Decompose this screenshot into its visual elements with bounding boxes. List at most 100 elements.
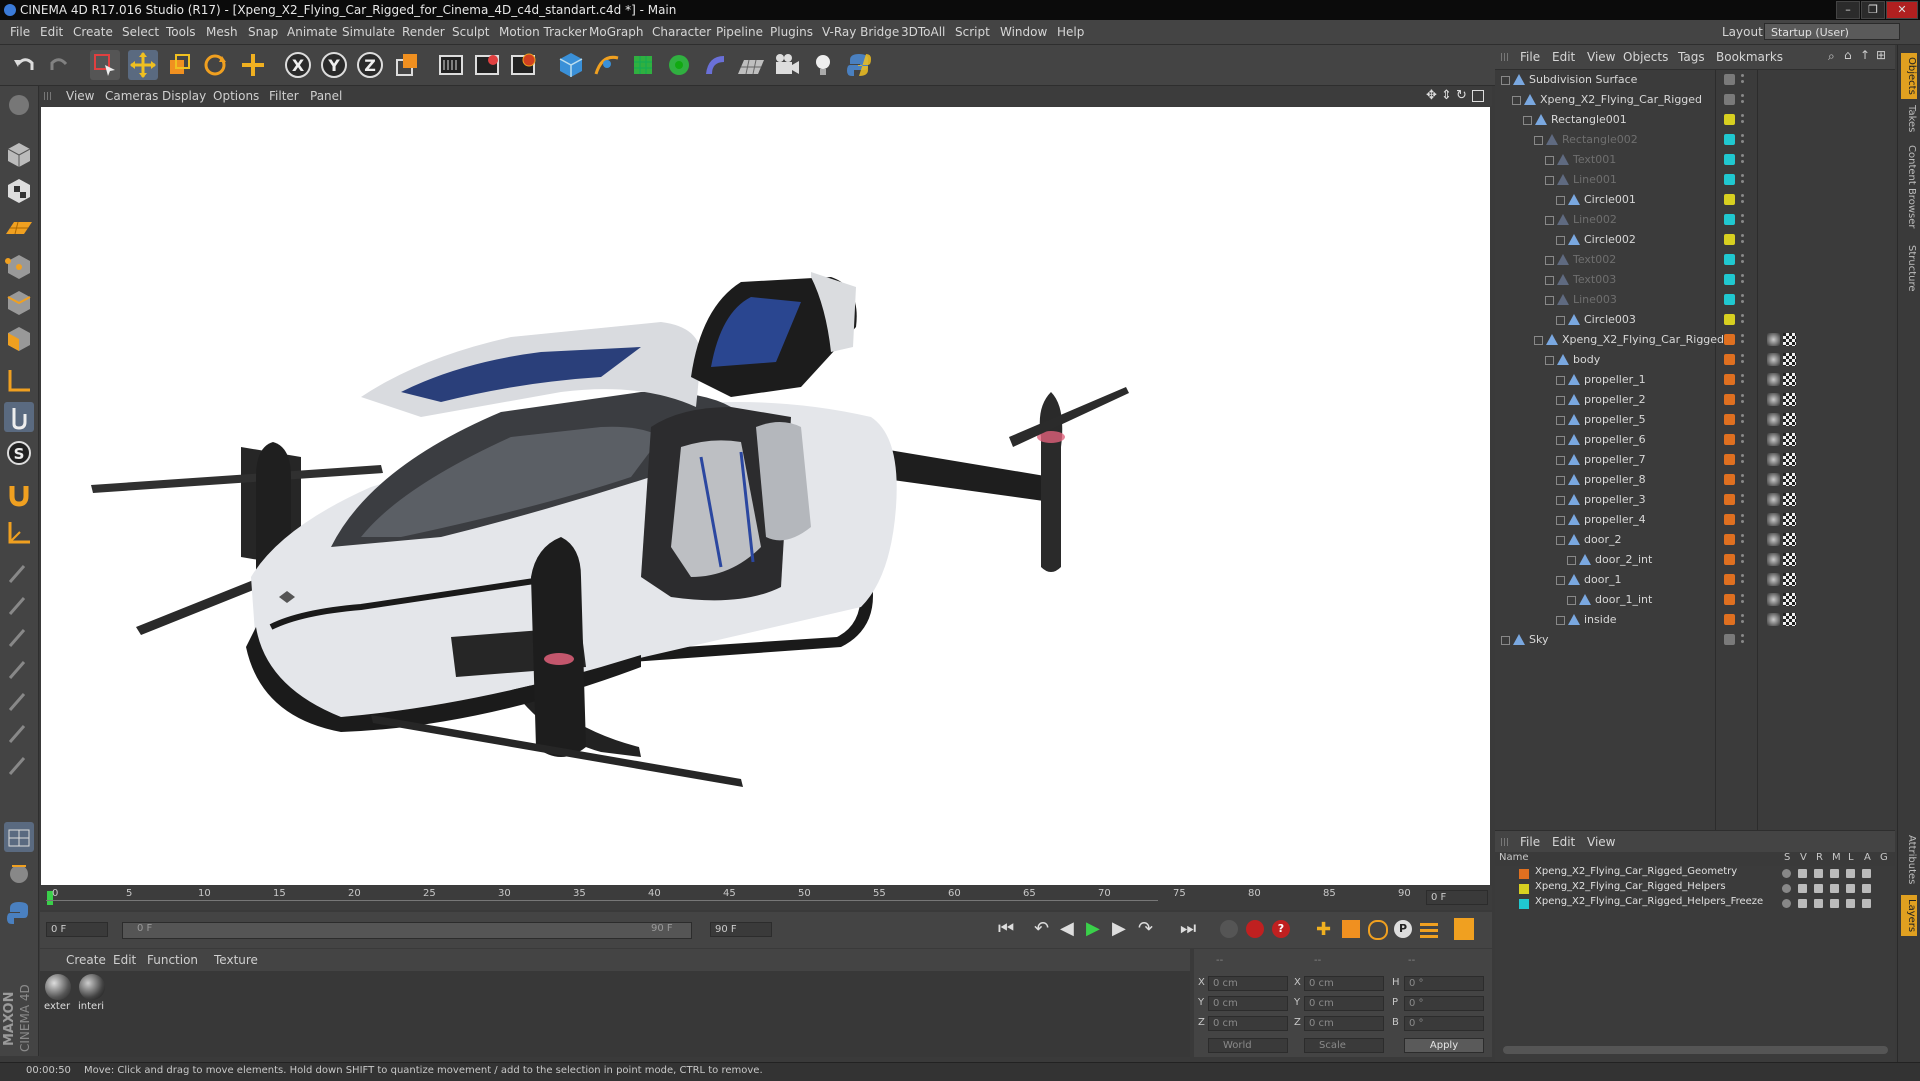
size-z-field[interactable]: 0 cm [1304,1016,1384,1031]
layer-color-tag[interactable] [1724,474,1735,485]
texture-tag-icon[interactable] [1783,333,1796,346]
expand-icon[interactable] [1556,616,1565,625]
rot-b-field[interactable]: 0 ° [1404,1016,1484,1031]
start-frame-field[interactable]: 0 F [46,922,108,937]
visibility-dots-icon[interactable] [1741,614,1744,617]
layer-color-tag[interactable] [1724,154,1735,165]
menu-character[interactable]: Character [652,20,711,44]
object-row[interactable]: Line003 [1495,290,1895,310]
viewport-menu-panel[interactable]: Panel [310,86,342,106]
viewport-menu-cameras[interactable]: Cameras [105,86,158,106]
visibility-dots-icon[interactable] [1741,374,1744,377]
visibility-dots-icon[interactable] [1741,254,1744,257]
layer-color-tag[interactable] [1724,294,1735,305]
points-mode-icon[interactable] [4,252,34,282]
tab-content-browser[interactable]: Content Browser [1901,145,1917,228]
texture-tag-icon[interactable] [1783,533,1796,546]
menu-help[interactable]: Help [1057,20,1084,44]
rotate-icon[interactable] [200,50,230,80]
texture-tag-icon[interactable] [1783,613,1796,626]
object-row[interactable]: propeller_1 [1495,370,1895,390]
material-tag-icon[interactable] [1767,453,1780,466]
layer-color-tag[interactable] [1724,74,1735,85]
menu-motion-tracker[interactable]: Motion Tracker [499,20,587,44]
render-view-icon[interactable] [436,50,466,80]
model-mode-icon[interactable] [4,140,34,170]
menu-snap[interactable]: Snap [248,20,278,44]
z-axis-icon[interactable]: Z [355,50,385,80]
brush-tool-5-icon[interactable] [4,686,34,716]
expand-icon[interactable] [1523,116,1532,125]
visibility-dots-icon[interactable] [1741,194,1744,197]
layer-color-swatch[interactable] [1519,899,1529,909]
close-button[interactable]: ✕ [1886,1,1918,19]
object-row[interactable]: inside [1495,610,1895,630]
expand-icon[interactable] [1556,396,1565,405]
objects-menu-objects[interactable]: Objects [1623,45,1668,69]
layer-toggle-icon[interactable] [1830,869,1839,878]
cloner-icon[interactable] [664,50,694,80]
layer-color-tag[interactable] [1724,134,1735,145]
make-editable-icon[interactable] [4,90,34,120]
python-icon[interactable] [844,50,874,80]
expand-icon[interactable] [1556,456,1565,465]
layer-color-tag[interactable] [1724,274,1735,285]
expand-icon[interactable] [1534,136,1543,145]
layer-color-tag[interactable] [1724,254,1735,265]
material-tag-icon[interactable] [1767,613,1780,626]
layer-color-tag[interactable] [1724,614,1735,625]
coord-system-icon[interactable] [392,50,422,80]
timeline-window-icon[interactable] [1454,918,1474,940]
tab-objects[interactable]: Objects [1901,53,1917,99]
brush-tool-1-icon[interactable] [4,558,34,588]
object-row[interactable]: propeller_3 [1495,490,1895,510]
expand-icon[interactable] [1556,236,1565,245]
object-row[interactable]: Xpeng_X2_Flying_Car_Rigged [1495,330,1895,350]
size-x-field[interactable]: 0 cm [1304,976,1384,991]
keyframe-help-icon[interactable]: ? [1272,920,1290,938]
layer-toggle-icon[interactable] [1830,899,1839,908]
move-icon[interactable] [128,50,158,80]
apply-button[interactable]: Apply [1404,1038,1484,1053]
tweak-mode-icon[interactable] [4,402,34,432]
brush-tool-3-icon[interactable] [4,622,34,652]
layer-toggle-icon[interactable] [1814,884,1823,893]
object-row[interactable]: Text003 [1495,270,1895,290]
frame-range-slider[interactable]: 0 F 90 F [122,922,692,939]
brush-tool-7-icon[interactable] [4,750,34,780]
3d-viewport[interactable] [41,107,1490,885]
home-icon[interactable]: ⌂ [1844,48,1852,62]
menu-plugins[interactable]: Plugins [770,20,813,44]
expand-icon[interactable] [1545,176,1554,185]
layer-color-tag[interactable] [1724,414,1735,425]
texture-tag-icon[interactable] [1783,553,1796,566]
visibility-dots-icon[interactable] [1741,154,1744,157]
minimize-button[interactable]: – [1836,1,1860,19]
axis-mode-icon[interactable] [4,366,34,396]
material-tag-icon[interactable] [1767,533,1780,546]
visibility-dots-icon[interactable] [1741,114,1744,117]
visibility-dots-icon[interactable] [1741,494,1744,497]
layer-toggle-icon[interactable] [1782,884,1791,893]
material-tag-icon[interactable] [1767,553,1780,566]
material-tag-icon[interactable] [1767,353,1780,366]
layer-color-tag[interactable] [1724,334,1735,345]
texture-tag-icon[interactable] [1783,433,1796,446]
material-tag-icon[interactable] [1767,593,1780,606]
layer-color-tag[interactable] [1724,494,1735,505]
camera-icon[interactable] [772,50,802,80]
menu-3dtoall[interactable]: 3DToAll [901,20,945,44]
texture-tag-icon[interactable] [1783,573,1796,586]
texture-tag-icon[interactable] [1783,373,1796,386]
expand-icon[interactable] [1556,516,1565,525]
visibility-dots-icon[interactable] [1741,574,1744,577]
object-row[interactable]: Rectangle002 [1495,130,1895,150]
menu-render[interactable]: Render [402,20,445,44]
object-row[interactable]: propeller_8 [1495,470,1895,490]
edges-mode-icon[interactable] [4,288,34,318]
visibility-dots-icon[interactable] [1741,474,1744,477]
menu-pipeline[interactable]: Pipeline [716,20,763,44]
layer-color-tag[interactable] [1724,534,1735,545]
floor-icon[interactable] [736,50,766,80]
texture-tag-icon[interactable] [1783,513,1796,526]
